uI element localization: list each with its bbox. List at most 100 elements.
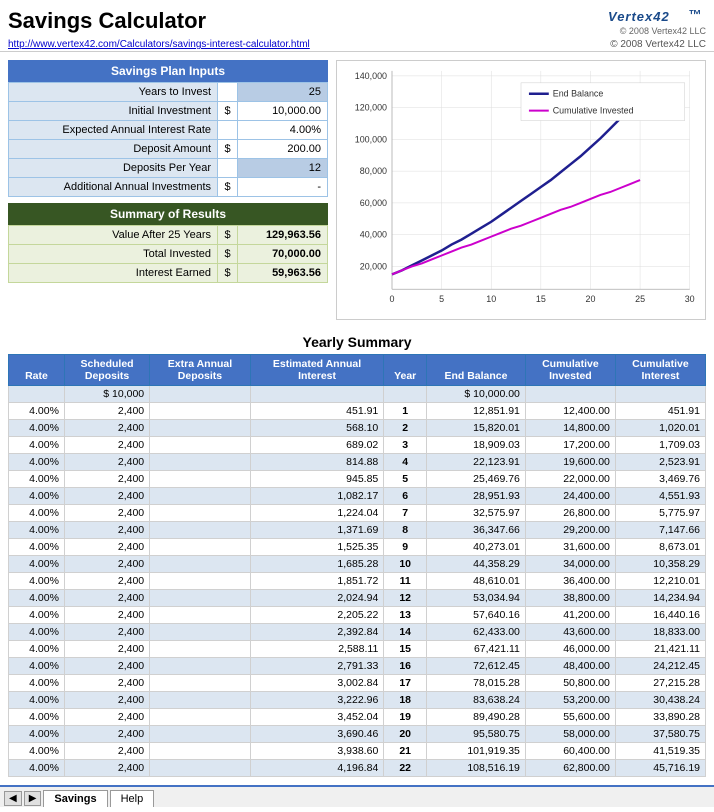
input-dollar	[218, 121, 238, 140]
cell-scheduled: 2,400	[64, 675, 149, 692]
cell-extra	[150, 658, 251, 675]
cell-rate: 4.00%	[9, 522, 65, 539]
cell-extra	[150, 505, 251, 522]
input-value[interactable]: 25	[238, 83, 328, 102]
cell-extra	[150, 386, 251, 403]
cell-cum-invested: 14,800.00	[525, 420, 615, 437]
cell-end-balance: 83,638.24	[427, 692, 526, 709]
logo-area: Vertex42 ™ © 2008 Vertex42 LLC	[606, 6, 706, 36]
input-value[interactable]: 10,000.00	[238, 102, 328, 121]
copyright: © 2008 Vertex42 LLC	[620, 26, 706, 36]
cell-year: 8	[384, 522, 427, 539]
cell-rate: 4.00%	[9, 743, 65, 760]
summary-header: Summary of Results	[8, 203, 328, 225]
tab-nav-right[interactable]: ▶	[24, 791, 42, 806]
cell-end-balance: 40,273.01	[427, 539, 526, 556]
cell-scheduled: 2,400	[64, 709, 149, 726]
table-row: 4.00%2,4003,690.462095,580.7558,000.0037…	[9, 726, 706, 743]
cell-end-balance: 15,820.01	[427, 420, 526, 437]
table-row: 4.00%2,4001,371.69836,347.6629,200.007,1…	[9, 522, 706, 539]
cell-extra	[150, 539, 251, 556]
summary-row: Total Invested$70,000.00	[9, 245, 328, 264]
cell-cum-interest: 16,440.16	[615, 607, 705, 624]
cell-cum-invested: 50,800.00	[525, 675, 615, 692]
cell-rate: 4.00%	[9, 556, 65, 573]
cell-year: 11	[384, 573, 427, 590]
cell-extra	[150, 760, 251, 777]
cell-cum-interest: 5,775.97	[615, 505, 705, 522]
cell-scheduled: 2,400	[64, 403, 149, 420]
cell-extra	[150, 590, 251, 607]
summary-label: Value After 25 Years	[9, 226, 218, 245]
input-value[interactable]: -	[238, 178, 328, 197]
input-row: Initial Investment$10,000.00	[9, 102, 328, 121]
table-row: 4.00%2,4004,196.8422108,516.1962,800.004…	[9, 760, 706, 777]
cell-year: 5	[384, 471, 427, 488]
cell-year: 1	[384, 403, 427, 420]
tab-savings[interactable]: Savings	[43, 790, 107, 807]
svg-text:80,000: 80,000	[360, 166, 387, 176]
cell-cum-invested: 24,400.00	[525, 488, 615, 505]
input-row: Deposit Amount$200.00	[9, 140, 328, 159]
page-title: Savings Calculator	[8, 8, 206, 34]
input-row: Additional Annual Investments$-	[9, 178, 328, 197]
cell-cum-interest: 1,020.01	[615, 420, 705, 437]
cell-rate: 4.00%	[9, 437, 65, 454]
table-row: 4.00%2,4002,205.221357,640.1641,200.0016…	[9, 607, 706, 624]
cell-end-balance: 67,421.11	[427, 641, 526, 658]
input-value[interactable]: 200.00	[238, 140, 328, 159]
cell-interest: 1,371.69	[250, 522, 383, 539]
cell-cum-interest: 45,716.19	[615, 760, 705, 777]
cell-interest: 4,196.84	[250, 760, 383, 777]
col-end-balance: End Balance	[427, 355, 526, 386]
input-label: Years to Invest	[9, 83, 218, 102]
svg-text:60,000: 60,000	[360, 198, 387, 208]
svg-text:Cumulative Invested: Cumulative Invested	[553, 106, 634, 116]
cell-rate: 4.00%	[9, 488, 65, 505]
cell-end-balance: 57,640.16	[427, 607, 526, 624]
tab-nav-left[interactable]: ◀	[4, 791, 22, 806]
input-dollar	[218, 83, 238, 102]
svg-text:140,000: 140,000	[355, 71, 387, 81]
cell-end-balance: 108,516.19	[427, 760, 526, 777]
cell-extra	[150, 624, 251, 641]
cell-scheduled: 2,400	[64, 488, 149, 505]
cell-year: 10	[384, 556, 427, 573]
cell-scheduled: 2,400	[64, 692, 149, 709]
table-row: 4.00%2,4001,224.04732,575.9726,800.005,7…	[9, 505, 706, 522]
input-label: Additional Annual Investments	[9, 178, 218, 197]
input-dollar: $	[218, 178, 238, 197]
input-value[interactable]: 4.00%	[238, 121, 328, 140]
site-link[interactable]: http://www.vertex42.com/Calculators/savi…	[8, 39, 310, 50]
table-row: 4.00%2,400945.85525,469.7622,000.003,469…	[9, 471, 706, 488]
cell-extra	[150, 692, 251, 709]
cell-end-balance: 28,951.93	[427, 488, 526, 505]
table-row: 4.00%2,4003,002.841778,015.2850,800.0027…	[9, 675, 706, 692]
cell-interest: 945.85	[250, 471, 383, 488]
input-dollar: $	[218, 140, 238, 159]
link-bar: http://www.vertex42.com/Calculators/savi…	[0, 38, 714, 52]
cell-rate: 4.00%	[9, 454, 65, 471]
cell-cum-interest: 21,421.11	[615, 641, 705, 658]
tab-help[interactable]: Help	[110, 790, 155, 807]
cell-end-balance: 78,015.28	[427, 675, 526, 692]
col-cum-invested: CumulativeInvested	[525, 355, 615, 386]
input-label: Deposit Amount	[9, 140, 218, 159]
cell-interest: 3,002.84	[250, 675, 383, 692]
cell-cum-interest: 8,673.01	[615, 539, 705, 556]
cell-cum-interest: 4,551.93	[615, 488, 705, 505]
cell-extra	[150, 641, 251, 658]
cell-cum-invested: 41,200.00	[525, 607, 615, 624]
cell-interest: 1,851.72	[250, 573, 383, 590]
cell-end-balance: 72,612.45	[427, 658, 526, 675]
cell-extra	[150, 607, 251, 624]
table-row: 4.00%2,4002,588.111567,421.1146,000.0021…	[9, 641, 706, 658]
table-row: 4.00%2,4002,024.941253,034.9438,800.0014…	[9, 590, 706, 607]
summary-value: 59,963.56	[238, 264, 328, 283]
cell-interest: 3,690.46	[250, 726, 383, 743]
cell-cum-interest: 41,519.35	[615, 743, 705, 760]
cell-cum-invested: 58,000.00	[525, 726, 615, 743]
input-value[interactable]: 12	[238, 159, 328, 178]
table-row: 4.00%2,400568.10215,820.0114,800.001,020…	[9, 420, 706, 437]
cell-year: 19	[384, 709, 427, 726]
